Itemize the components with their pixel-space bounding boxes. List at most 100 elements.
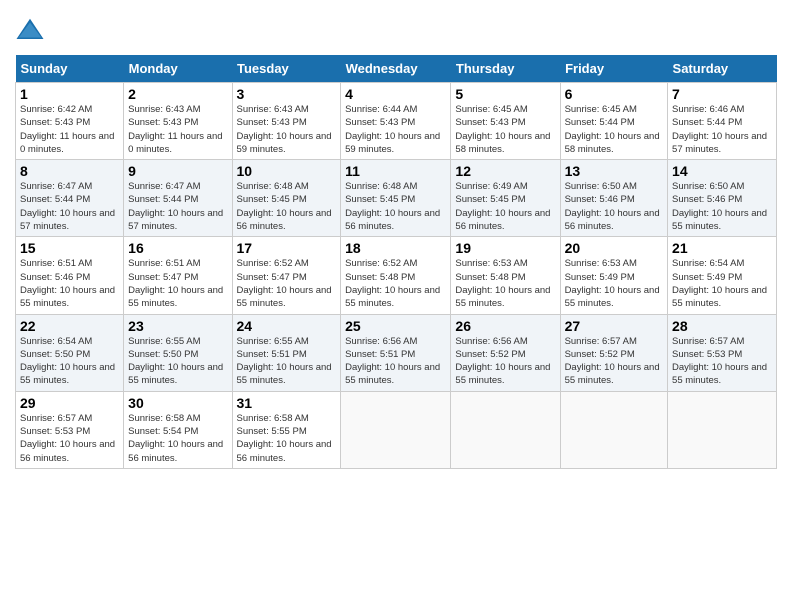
calendar-day-cell: 11 Sunrise: 6:48 AM Sunset: 5:45 PM Dayl… xyxy=(341,160,451,237)
day-info: Sunrise: 6:51 AM Sunset: 5:47 PM Dayligh… xyxy=(128,257,227,310)
day-info: Sunrise: 6:58 AM Sunset: 5:54 PM Dayligh… xyxy=(128,412,227,465)
calendar-day-cell: 6 Sunrise: 6:45 AM Sunset: 5:44 PM Dayli… xyxy=(560,83,667,160)
day-info: Sunrise: 6:55 AM Sunset: 5:51 PM Dayligh… xyxy=(237,335,337,388)
header xyxy=(15,15,777,45)
calendar-day-cell: 20 Sunrise: 6:53 AM Sunset: 5:49 PM Dayl… xyxy=(560,237,667,314)
day-number: 15 xyxy=(20,240,119,256)
day-number: 8 xyxy=(20,163,119,179)
calendar-header-cell: Wednesday xyxy=(341,55,451,83)
day-info: Sunrise: 6:57 AM Sunset: 5:52 PM Dayligh… xyxy=(565,335,663,388)
day-info: Sunrise: 6:53 AM Sunset: 5:49 PM Dayligh… xyxy=(565,257,663,310)
calendar-day-cell: 19 Sunrise: 6:53 AM Sunset: 5:48 PM Dayl… xyxy=(451,237,560,314)
calendar-day-cell: 13 Sunrise: 6:50 AM Sunset: 5:46 PM Dayl… xyxy=(560,160,667,237)
calendar-table: SundayMondayTuesdayWednesdayThursdayFrid… xyxy=(15,55,777,469)
day-info: Sunrise: 6:42 AM Sunset: 5:43 PM Dayligh… xyxy=(20,103,119,156)
calendar-day-cell: 1 Sunrise: 6:42 AM Sunset: 5:43 PM Dayli… xyxy=(16,83,124,160)
day-number: 19 xyxy=(455,240,555,256)
calendar-day-cell xyxy=(341,391,451,468)
day-info: Sunrise: 6:52 AM Sunset: 5:48 PM Dayligh… xyxy=(345,257,446,310)
calendar-day-cell: 3 Sunrise: 6:43 AM Sunset: 5:43 PM Dayli… xyxy=(232,83,341,160)
calendar-week-row: 1 Sunrise: 6:42 AM Sunset: 5:43 PM Dayli… xyxy=(16,83,777,160)
day-number: 3 xyxy=(237,86,337,102)
day-info: Sunrise: 6:43 AM Sunset: 5:43 PM Dayligh… xyxy=(128,103,227,156)
day-number: 23 xyxy=(128,318,227,334)
calendar-day-cell: 30 Sunrise: 6:58 AM Sunset: 5:54 PM Dayl… xyxy=(124,391,232,468)
day-number: 11 xyxy=(345,163,446,179)
day-number: 21 xyxy=(672,240,772,256)
day-number: 12 xyxy=(455,163,555,179)
calendar-day-cell: 25 Sunrise: 6:56 AM Sunset: 5:51 PM Dayl… xyxy=(341,314,451,391)
calendar-day-cell: 2 Sunrise: 6:43 AM Sunset: 5:43 PM Dayli… xyxy=(124,83,232,160)
day-number: 14 xyxy=(672,163,772,179)
day-number: 20 xyxy=(565,240,663,256)
day-number: 9 xyxy=(128,163,227,179)
calendar-day-cell xyxy=(560,391,667,468)
calendar-body: 1 Sunrise: 6:42 AM Sunset: 5:43 PM Dayli… xyxy=(16,83,777,469)
day-info: Sunrise: 6:57 AM Sunset: 5:53 PM Dayligh… xyxy=(672,335,772,388)
calendar-week-row: 8 Sunrise: 6:47 AM Sunset: 5:44 PM Dayli… xyxy=(16,160,777,237)
day-number: 18 xyxy=(345,240,446,256)
calendar-day-cell: 10 Sunrise: 6:48 AM Sunset: 5:45 PM Dayl… xyxy=(232,160,341,237)
day-number: 4 xyxy=(345,86,446,102)
day-info: Sunrise: 6:50 AM Sunset: 5:46 PM Dayligh… xyxy=(565,180,663,233)
calendar-day-cell xyxy=(668,391,777,468)
day-number: 31 xyxy=(237,395,337,411)
calendar-week-row: 29 Sunrise: 6:57 AM Sunset: 5:53 PM Dayl… xyxy=(16,391,777,468)
day-info: Sunrise: 6:49 AM Sunset: 5:45 PM Dayligh… xyxy=(455,180,555,233)
day-info: Sunrise: 6:43 AM Sunset: 5:43 PM Dayligh… xyxy=(237,103,337,156)
calendar-day-cell: 4 Sunrise: 6:44 AM Sunset: 5:43 PM Dayli… xyxy=(341,83,451,160)
day-number: 16 xyxy=(128,240,227,256)
day-number: 5 xyxy=(455,86,555,102)
calendar-day-cell: 23 Sunrise: 6:55 AM Sunset: 5:50 PM Dayl… xyxy=(124,314,232,391)
day-info: Sunrise: 6:54 AM Sunset: 5:49 PM Dayligh… xyxy=(672,257,772,310)
day-number: 6 xyxy=(565,86,663,102)
day-info: Sunrise: 6:56 AM Sunset: 5:51 PM Dayligh… xyxy=(345,335,446,388)
calendar-header-cell: Saturday xyxy=(668,55,777,83)
day-info: Sunrise: 6:56 AM Sunset: 5:52 PM Dayligh… xyxy=(455,335,555,388)
day-info: Sunrise: 6:57 AM Sunset: 5:53 PM Dayligh… xyxy=(20,412,119,465)
day-number: 26 xyxy=(455,318,555,334)
day-info: Sunrise: 6:53 AM Sunset: 5:48 PM Dayligh… xyxy=(455,257,555,310)
day-number: 27 xyxy=(565,318,663,334)
day-info: Sunrise: 6:44 AM Sunset: 5:43 PM Dayligh… xyxy=(345,103,446,156)
logo xyxy=(15,15,49,45)
day-info: Sunrise: 6:45 AM Sunset: 5:43 PM Dayligh… xyxy=(455,103,555,156)
day-info: Sunrise: 6:47 AM Sunset: 5:44 PM Dayligh… xyxy=(128,180,227,233)
logo-icon xyxy=(15,15,45,45)
day-info: Sunrise: 6:48 AM Sunset: 5:45 PM Dayligh… xyxy=(345,180,446,233)
calendar-day-cell: 17 Sunrise: 6:52 AM Sunset: 5:47 PM Dayl… xyxy=(232,237,341,314)
calendar-header-cell: Thursday xyxy=(451,55,560,83)
day-info: Sunrise: 6:47 AM Sunset: 5:44 PM Dayligh… xyxy=(20,180,119,233)
calendar-day-cell xyxy=(451,391,560,468)
day-info: Sunrise: 6:54 AM Sunset: 5:50 PM Dayligh… xyxy=(20,335,119,388)
day-info: Sunrise: 6:58 AM Sunset: 5:55 PM Dayligh… xyxy=(237,412,337,465)
day-info: Sunrise: 6:52 AM Sunset: 5:47 PM Dayligh… xyxy=(237,257,337,310)
day-number: 29 xyxy=(20,395,119,411)
day-number: 30 xyxy=(128,395,227,411)
calendar-header-cell: Friday xyxy=(560,55,667,83)
day-info: Sunrise: 6:50 AM Sunset: 5:46 PM Dayligh… xyxy=(672,180,772,233)
day-number: 10 xyxy=(237,163,337,179)
day-info: Sunrise: 6:55 AM Sunset: 5:50 PM Dayligh… xyxy=(128,335,227,388)
calendar-header-cell: Tuesday xyxy=(232,55,341,83)
day-info: Sunrise: 6:48 AM Sunset: 5:45 PM Dayligh… xyxy=(237,180,337,233)
day-number: 7 xyxy=(672,86,772,102)
calendar-day-cell: 16 Sunrise: 6:51 AM Sunset: 5:47 PM Dayl… xyxy=(124,237,232,314)
calendar-day-cell: 12 Sunrise: 6:49 AM Sunset: 5:45 PM Dayl… xyxy=(451,160,560,237)
calendar-header-cell: Sunday xyxy=(16,55,124,83)
day-number: 17 xyxy=(237,240,337,256)
day-number: 13 xyxy=(565,163,663,179)
calendar-header-row: SundayMondayTuesdayWednesdayThursdayFrid… xyxy=(16,55,777,83)
calendar-day-cell: 24 Sunrise: 6:55 AM Sunset: 5:51 PM Dayl… xyxy=(232,314,341,391)
day-number: 1 xyxy=(20,86,119,102)
calendar-day-cell: 18 Sunrise: 6:52 AM Sunset: 5:48 PM Dayl… xyxy=(341,237,451,314)
calendar-day-cell: 7 Sunrise: 6:46 AM Sunset: 5:44 PM Dayli… xyxy=(668,83,777,160)
day-number: 24 xyxy=(237,318,337,334)
calendar-day-cell: 5 Sunrise: 6:45 AM Sunset: 5:43 PM Dayli… xyxy=(451,83,560,160)
calendar-day-cell: 21 Sunrise: 6:54 AM Sunset: 5:49 PM Dayl… xyxy=(668,237,777,314)
day-number: 2 xyxy=(128,86,227,102)
calendar-day-cell: 8 Sunrise: 6:47 AM Sunset: 5:44 PM Dayli… xyxy=(16,160,124,237)
page-container: SundayMondayTuesdayWednesdayThursdayFrid… xyxy=(0,0,792,479)
calendar-day-cell: 31 Sunrise: 6:58 AM Sunset: 5:55 PM Dayl… xyxy=(232,391,341,468)
calendar-week-row: 15 Sunrise: 6:51 AM Sunset: 5:46 PM Dayl… xyxy=(16,237,777,314)
